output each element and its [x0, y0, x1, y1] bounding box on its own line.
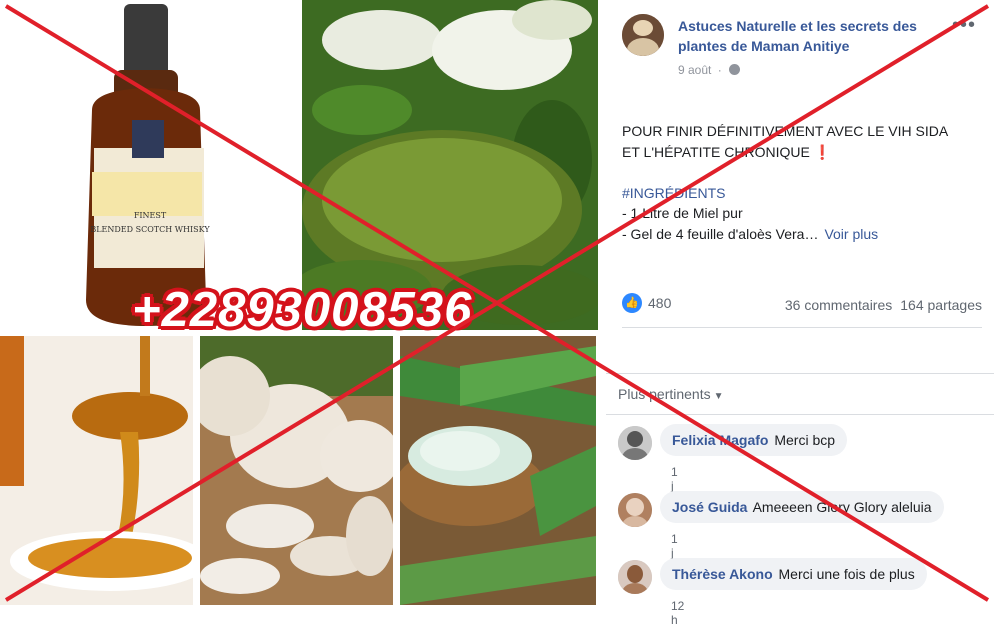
- reaction-counts: 👍 480 36 commentaires 164 partages: [622, 293, 982, 317]
- more-options-icon[interactable]: •••: [952, 15, 976, 35]
- comment-text: Merci une fois de plus: [778, 566, 915, 582]
- commenter-avatar[interactable]: [618, 493, 652, 527]
- comment-text: Merci bcp: [774, 432, 836, 448]
- photo-honey-spoon[interactable]: [0, 336, 193, 605]
- comment-bubble: José Guida Ameeeen Glory Glory aleluia: [660, 491, 944, 523]
- engagement-counts: 36 commentaires 164 partages: [785, 297, 982, 313]
- comments-count-link[interactable]: 36 commentaires: [785, 297, 892, 313]
- comment-time-link[interactable]: 1 j: [671, 532, 678, 560]
- commenter-avatar[interactable]: [618, 426, 652, 460]
- comment-bubble: Felixia Magafo Merci bcp: [660, 424, 848, 456]
- post-photo-collage[interactable]: FINEST BLENDED SCOTCH WHISKY +2289300853…: [0, 0, 600, 605]
- ingredient-line: - Gel de 4 feuille d'aloès Vera…: [622, 225, 819, 242]
- post-panel: Astuces Naturelle et les secrets des pla…: [606, 0, 994, 627]
- photo-garlic[interactable]: [200, 336, 393, 605]
- like-count[interactable]: 480: [648, 295, 671, 311]
- globe-icon: [729, 64, 741, 75]
- commenter-name-link[interactable]: Thérèse Akono: [672, 566, 773, 582]
- post-text: POUR FINIR DÉFINITIVEMENT AVEC LE VIH SI…: [622, 121, 982, 244]
- comment-time-link[interactable]: 1 j: [671, 465, 678, 493]
- page-avatar[interactable]: [622, 14, 664, 56]
- ingredient-line-wrap: - Gel de 4 feuille d'aloès Vera… Voir plu…: [622, 224, 982, 245]
- bottle-label-scotch: BLENDED SCOTCH WHISKY: [90, 225, 210, 234]
- comment-bubble: Thérèse Akono Merci une fois de plus: [660, 558, 927, 590]
- divider: [622, 327, 982, 328]
- post-date-link[interactable]: 9 août: [678, 63, 711, 77]
- commenter-name-link[interactable]: José Guida: [672, 499, 747, 515]
- commenter-avatar[interactable]: [618, 560, 652, 594]
- caret-down-icon: ▼: [713, 391, 724, 402]
- hashtag-link[interactable]: #INGRÉDIENTS: [622, 183, 982, 204]
- shares-count-link[interactable]: 164 partages: [900, 297, 982, 313]
- photo-whisky-bottle[interactable]: FINEST BLENDED SCOTCH WHISKY: [0, 0, 296, 330]
- photo-moringa-powder[interactable]: [302, 0, 598, 330]
- commenter-name-link[interactable]: Felixia Magafo: [672, 432, 768, 448]
- see-more-link[interactable]: Voir plus: [824, 226, 878, 242]
- comment-text: Ameeeen Glory Glory aleluia: [752, 499, 932, 515]
- post-meta: 9 août ·: [678, 63, 741, 77]
- bottle-label-finest: FINEST: [134, 211, 167, 220]
- comments-filter-bar: Plus pertinents ▼: [606, 373, 994, 415]
- post-header: Astuces Naturelle et les secrets des pla…: [622, 14, 986, 77]
- phone-number-overlay: +22893008536: [132, 283, 473, 337]
- ingredient-line: - 1 Litre de Miel pur: [622, 205, 743, 221]
- sort-comments-dropdown[interactable]: Plus pertinents ▼: [618, 386, 724, 402]
- post-text-line: POUR FINIR DÉFINITIVEMENT AVEC LE VIH SI…: [622, 123, 949, 139]
- meta-separator: ·: [717, 63, 722, 77]
- comment-time-link[interactable]: 12 h: [671, 599, 684, 627]
- photo-aloe-vera[interactable]: [400, 336, 596, 605]
- page-name-link[interactable]: Astuces Naturelle et les secrets des pla…: [678, 16, 948, 56]
- like-reaction-icon[interactable]: 👍: [622, 293, 642, 313]
- post-text-line: ET L'HÉPATITE CHRONIQUE ❗: [622, 143, 832, 160]
- sort-label: Plus pertinents: [618, 386, 711, 402]
